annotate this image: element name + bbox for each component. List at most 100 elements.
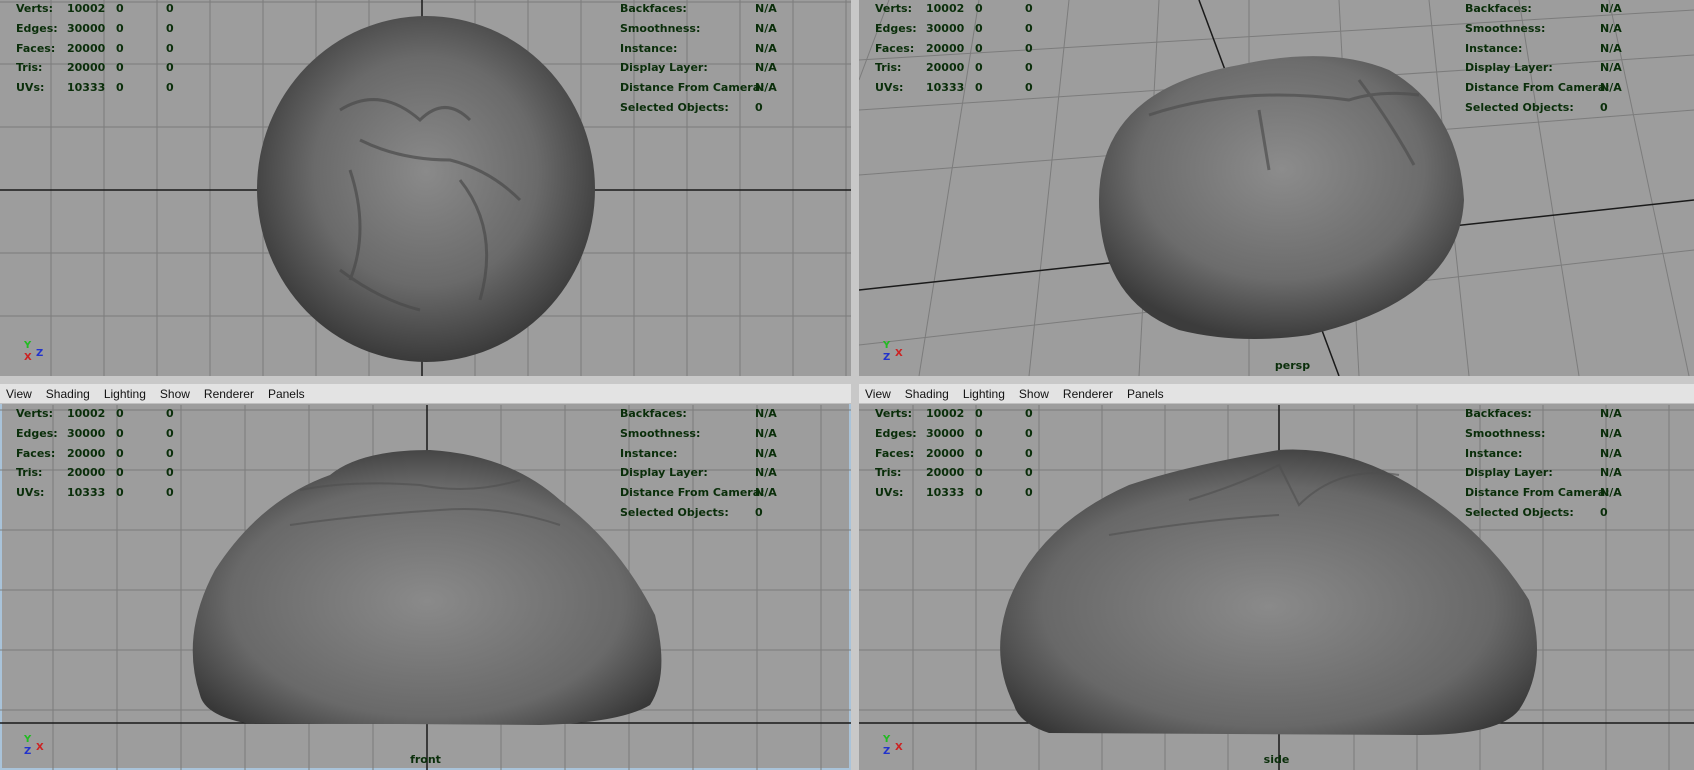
hud-stat-zero: 0 xyxy=(116,407,124,420)
hud-info-value: N/A xyxy=(755,407,777,420)
hud-info-row: Selected Objects: 0 xyxy=(1465,101,1675,121)
hud-info-value: N/A xyxy=(1600,426,1622,440)
hud-info-value: 0 xyxy=(1600,100,1608,114)
menu-view[interactable]: View xyxy=(863,386,893,402)
viewport-canvas[interactable]: Verts: 10002 0 0 Edges: 30000 0 0 Faces: 20000 0 0 T… xyxy=(859,405,1694,770)
hud-stat-zero: 0 xyxy=(1025,81,1033,95)
menu-lighting[interactable]: Lighting xyxy=(961,386,1007,402)
hud-stat-label: UVs: xyxy=(875,81,904,95)
hud-stat-zero: 0 xyxy=(116,486,124,500)
hud-stat-zero: 0 xyxy=(975,486,983,500)
viewport-front[interactable]: View Shading Lighting Show Renderer Pane… xyxy=(0,384,851,770)
menu-renderer[interactable]: Renderer xyxy=(1061,386,1115,402)
hud-info-label: Selected Objects: xyxy=(620,100,729,114)
hud-stat-zero: 0 xyxy=(1025,407,1033,420)
hud-stat-zero: 0 xyxy=(116,21,124,35)
hud-stat-row: Edges: 30000 0 0 xyxy=(875,22,1045,42)
viewport-canvas[interactable]: Verts: 10002 0 0 Edges: 30000 0 0 Faces: 20000 0 0 T… xyxy=(0,0,851,376)
axis-x-label: X xyxy=(24,352,32,363)
hud-stat-value: 30000 xyxy=(926,426,965,440)
hud-info-value: N/A xyxy=(755,61,777,75)
hud-stat-value: 30000 xyxy=(67,426,106,440)
hud-stat-zero: 0 xyxy=(166,21,174,35)
hud-info-label: Instance: xyxy=(620,446,678,460)
camera-name-label: persp xyxy=(1274,359,1311,372)
hud-stat-row: Tris: 20000 0 0 xyxy=(875,61,1045,81)
menu-panels[interactable]: Panels xyxy=(266,386,307,402)
hud-stat-value: 30000 xyxy=(67,21,106,35)
hud-info-label: Instance: xyxy=(1465,41,1523,55)
hud-stat-row: UVs: 10333 0 0 xyxy=(875,486,1045,506)
hud-stat-value: 10002 xyxy=(67,2,106,15)
hud-info-row: Smoothness: N/A xyxy=(1465,22,1675,42)
axis-orientation-icon: YZX xyxy=(869,340,903,370)
menu-view[interactable]: View xyxy=(4,386,34,402)
hud-stat-label: Verts: xyxy=(875,2,913,15)
hud-info-row: Selected Objects: 0 xyxy=(620,101,830,121)
hud-info-row: Selected Objects: 0 xyxy=(1465,506,1675,526)
hud-info-row: Display Layer: N/A xyxy=(620,61,830,81)
hud-stat-zero: 0 xyxy=(1025,486,1033,500)
hud-info-value: N/A xyxy=(1600,446,1622,460)
menu-shading[interactable]: Shading xyxy=(44,386,92,402)
menu-show[interactable]: Show xyxy=(1017,386,1051,402)
hud-poly-stats: Verts: 10002 0 0 Edges: 30000 0 0 Faces: 20000 0 0 T… xyxy=(16,407,186,506)
hud-info-value: N/A xyxy=(1600,2,1622,15)
axis-y-label: Y xyxy=(24,340,32,351)
hud-stat-zero: 0 xyxy=(1025,41,1033,55)
hud-info-label: Smoothness: xyxy=(1465,21,1546,35)
hud-stat-label: Verts: xyxy=(16,407,54,420)
hud-stat-zero: 0 xyxy=(975,41,983,55)
axis-z-label: Z xyxy=(24,746,32,757)
axis-y-label: Y xyxy=(24,734,32,745)
hud-info-label: Distance From Camera: xyxy=(1465,486,1610,500)
hud-info-row: Instance: N/A xyxy=(620,447,830,467)
menu-show[interactable]: Show xyxy=(158,386,192,402)
hud-info-value: N/A xyxy=(755,41,777,55)
hud-object-info: Backfaces: N/A Smoothness: N/A Instance: N/A D… xyxy=(620,407,830,526)
hud-stat-row: Tris: 20000 0 0 xyxy=(875,466,1045,486)
hud-stat-zero: 0 xyxy=(116,2,124,15)
axis-y-label: Y xyxy=(883,734,891,745)
hud-info-row: Backfaces: N/A xyxy=(1465,407,1675,427)
hud-stat-label: Verts: xyxy=(875,407,913,420)
hud-stat-zero: 0 xyxy=(975,81,983,95)
viewport-canvas[interactable]: Verts: 10002 0 0 Edges: 30000 0 0 Faces: 20000 0 0 T… xyxy=(0,405,851,770)
hud-stat-zero: 0 xyxy=(975,466,983,480)
viewport-persp[interactable]: Verts: 10002 0 0 Edges: 30000 0 0 Faces: 20000 0 0 T… xyxy=(859,0,1694,376)
hud-stat-value: 20000 xyxy=(926,61,965,75)
hud-stat-zero: 0 xyxy=(166,466,174,480)
hud-stat-zero: 0 xyxy=(116,41,124,55)
viewport-canvas[interactable]: Verts: 10002 0 0 Edges: 30000 0 0 Faces: 20000 0 0 T… xyxy=(859,0,1694,376)
viewport-top[interactable]: Verts: 10002 0 0 Edges: 30000 0 0 Faces: 20000 0 0 T… xyxy=(0,0,851,376)
hud-info-row: Backfaces: N/A xyxy=(1465,2,1675,22)
axis-x-label: X xyxy=(895,742,903,753)
menu-renderer[interactable]: Renderer xyxy=(202,386,256,402)
hud-stat-zero: 0 xyxy=(975,61,983,75)
hud-info-row: Selected Objects: 0 xyxy=(620,506,830,526)
hud-stat-zero: 0 xyxy=(166,81,174,95)
menu-lighting[interactable]: Lighting xyxy=(102,386,148,402)
menu-shading[interactable]: Shading xyxy=(903,386,951,402)
hud-info-row: Backfaces: N/A xyxy=(620,2,830,22)
hud-info-value: N/A xyxy=(1600,486,1622,500)
hud-stat-row: UVs: 10333 0 0 xyxy=(16,486,186,506)
hud-poly-stats: Verts: 10002 0 0 Edges: 30000 0 0 Faces: 20000 0 0 T… xyxy=(875,407,1045,506)
axis-orientation-icon: YZX xyxy=(869,734,903,764)
viewport-side[interactable]: View Shading Lighting Show Renderer Pane… xyxy=(859,384,1694,770)
hud-stat-zero: 0 xyxy=(166,426,174,440)
hud-stat-label: Verts: xyxy=(16,2,54,15)
hud-stat-label: Tris: xyxy=(875,61,902,75)
hud-info-value: 0 xyxy=(755,505,763,519)
hud-stat-label: Faces: xyxy=(16,41,56,55)
hud-stat-label: Faces: xyxy=(875,446,915,460)
axis-y-label: Y xyxy=(883,340,891,351)
hud-info-label: Instance: xyxy=(1465,446,1523,460)
hud-info-row: Smoothness: N/A xyxy=(620,427,830,447)
hud-stat-zero: 0 xyxy=(1025,466,1033,480)
hud-info-label: Instance: xyxy=(620,41,678,55)
menu-panels[interactable]: Panels xyxy=(1125,386,1166,402)
hud-stat-zero: 0 xyxy=(166,486,174,500)
hud-stat-value: 10002 xyxy=(67,407,106,420)
hud-info-row: Instance: N/A xyxy=(620,42,830,62)
